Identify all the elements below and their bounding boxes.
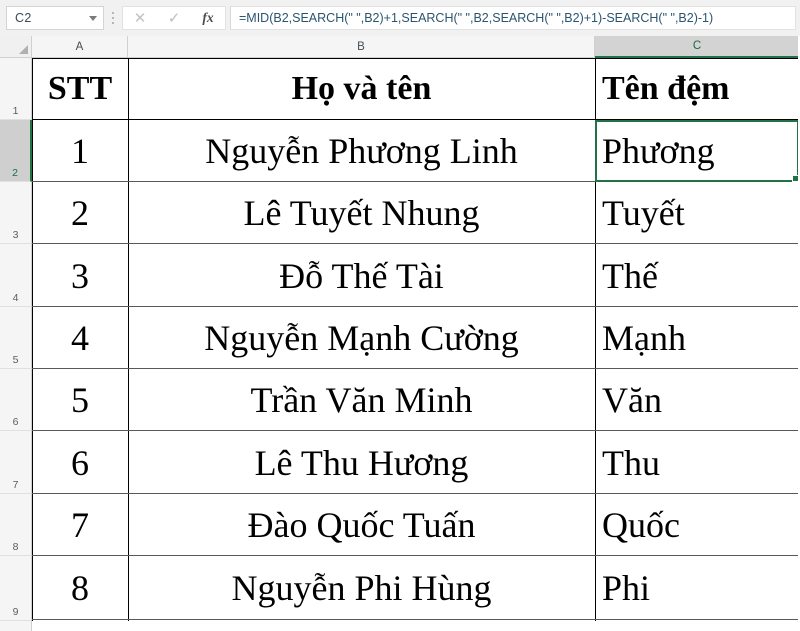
cell-a3[interactable]: 2 (33, 183, 127, 243)
cell-c7[interactable]: Thu (596, 432, 798, 493)
close-icon[interactable]: ✕ (125, 7, 155, 29)
cell-a6[interactable]: 5 (33, 370, 127, 430)
cell-c6[interactable]: Văn (596, 370, 798, 430)
table-border-left (32, 58, 33, 621)
row-header-7[interactable]: 7 (0, 431, 32, 494)
column-header-a[interactable]: A (32, 36, 128, 58)
column-header-b[interactable]: B (128, 36, 595, 58)
cell-c9[interactable]: Phi (596, 557, 798, 619)
table-row-divider-1 (32, 119, 798, 120)
fx-icon[interactable]: fx (193, 7, 223, 29)
cell-c3[interactable]: Tuyết (596, 183, 798, 243)
cell-a4[interactable]: 3 (33, 245, 127, 306)
name-box[interactable]: C2 (6, 6, 104, 30)
row-header-10[interactable] (0, 621, 32, 631)
row-header-5[interactable]: 5 (0, 307, 32, 369)
select-all-corner[interactable] (0, 36, 32, 58)
row-header-3[interactable]: 3 (0, 182, 32, 244)
cell-a7[interactable]: 6 (33, 432, 127, 493)
select-all-icon (19, 45, 28, 54)
table-row-divider-2 (32, 181, 798, 182)
row-header-4[interactable]: 4 (0, 244, 32, 307)
table-border-ab (128, 58, 129, 621)
name-box-value: C2 (15, 11, 32, 25)
row-header-8[interactable]: 8 (0, 494, 32, 556)
cell-b8[interactable]: Đào Quốc Tuấn (129, 495, 594, 555)
table-row-divider-6 (32, 430, 798, 431)
cell-c2[interactable]: Phương (596, 121, 798, 181)
table-row-divider-3 (32, 243, 798, 244)
table-border-top (32, 58, 798, 59)
row-header-2[interactable]: 2 (0, 120, 32, 182)
check-icon[interactable]: ✓ (159, 7, 189, 29)
cell-a2[interactable]: 1 (33, 121, 127, 181)
row-header-6[interactable]: 6 (0, 369, 32, 431)
toolbar-divider (106, 6, 120, 30)
cell-b4[interactable]: Đỗ Thế Tài (129, 245, 594, 306)
table-border-bc (595, 58, 596, 621)
cell-c8[interactable]: Quốc (596, 495, 798, 555)
cell-c4[interactable]: Thế (596, 245, 798, 306)
table-row-divider-5 (32, 368, 798, 369)
table-row-divider-4 (32, 306, 798, 307)
cell-b6[interactable]: Trần Văn Minh (129, 370, 594, 430)
cell-b1[interactable]: Họ và tên (129, 59, 594, 119)
cell-b2[interactable]: Nguyễn Phương Linh (129, 121, 594, 181)
cell-c1[interactable]: Tên đệm (596, 59, 798, 119)
table-row-divider-8 (32, 555, 798, 556)
table-row-divider-7 (32, 493, 798, 494)
cell-a9[interactable]: 8 (33, 557, 127, 619)
cell-a5[interactable]: 4 (33, 308, 127, 368)
cell-b3[interactable]: Lê Tuyết Nhung (129, 183, 594, 243)
cell-b7[interactable]: Lê Thu Hương (129, 432, 594, 493)
column-header-c[interactable]: C (595, 36, 800, 58)
cell-b5[interactable]: Nguyễn Mạnh Cường (129, 308, 594, 368)
cell-a1[interactable]: STT (33, 59, 127, 119)
column-header-band: A B C (0, 36, 800, 58)
chevron-down-icon[interactable] (89, 15, 97, 21)
formula-bar: C2 ✕ ✓ fx =MID(B2,SEARCH(" ",B2)+1,SEARC… (0, 0, 800, 36)
row-header-1[interactable]: 1 (0, 58, 32, 120)
row-header-9[interactable]: 9 (0, 556, 32, 621)
cell-a8[interactable]: 7 (33, 495, 127, 555)
cell-c5[interactable]: Mạnh (596, 308, 798, 368)
cell-b9[interactable]: Nguyễn Phi Hùng (129, 557, 594, 619)
formula-actions: ✕ ✓ fx (122, 6, 226, 30)
formula-input[interactable]: =MID(B2,SEARCH(" ",B2)+1,SEARCH(" ",B2,S… (230, 6, 796, 30)
spreadsheet-grid[interactable]: A B C 1 2 3 4 5 6 7 8 9 STT Họ và tên Tê… (0, 36, 800, 631)
table-row-divider-9 (32, 619, 798, 620)
